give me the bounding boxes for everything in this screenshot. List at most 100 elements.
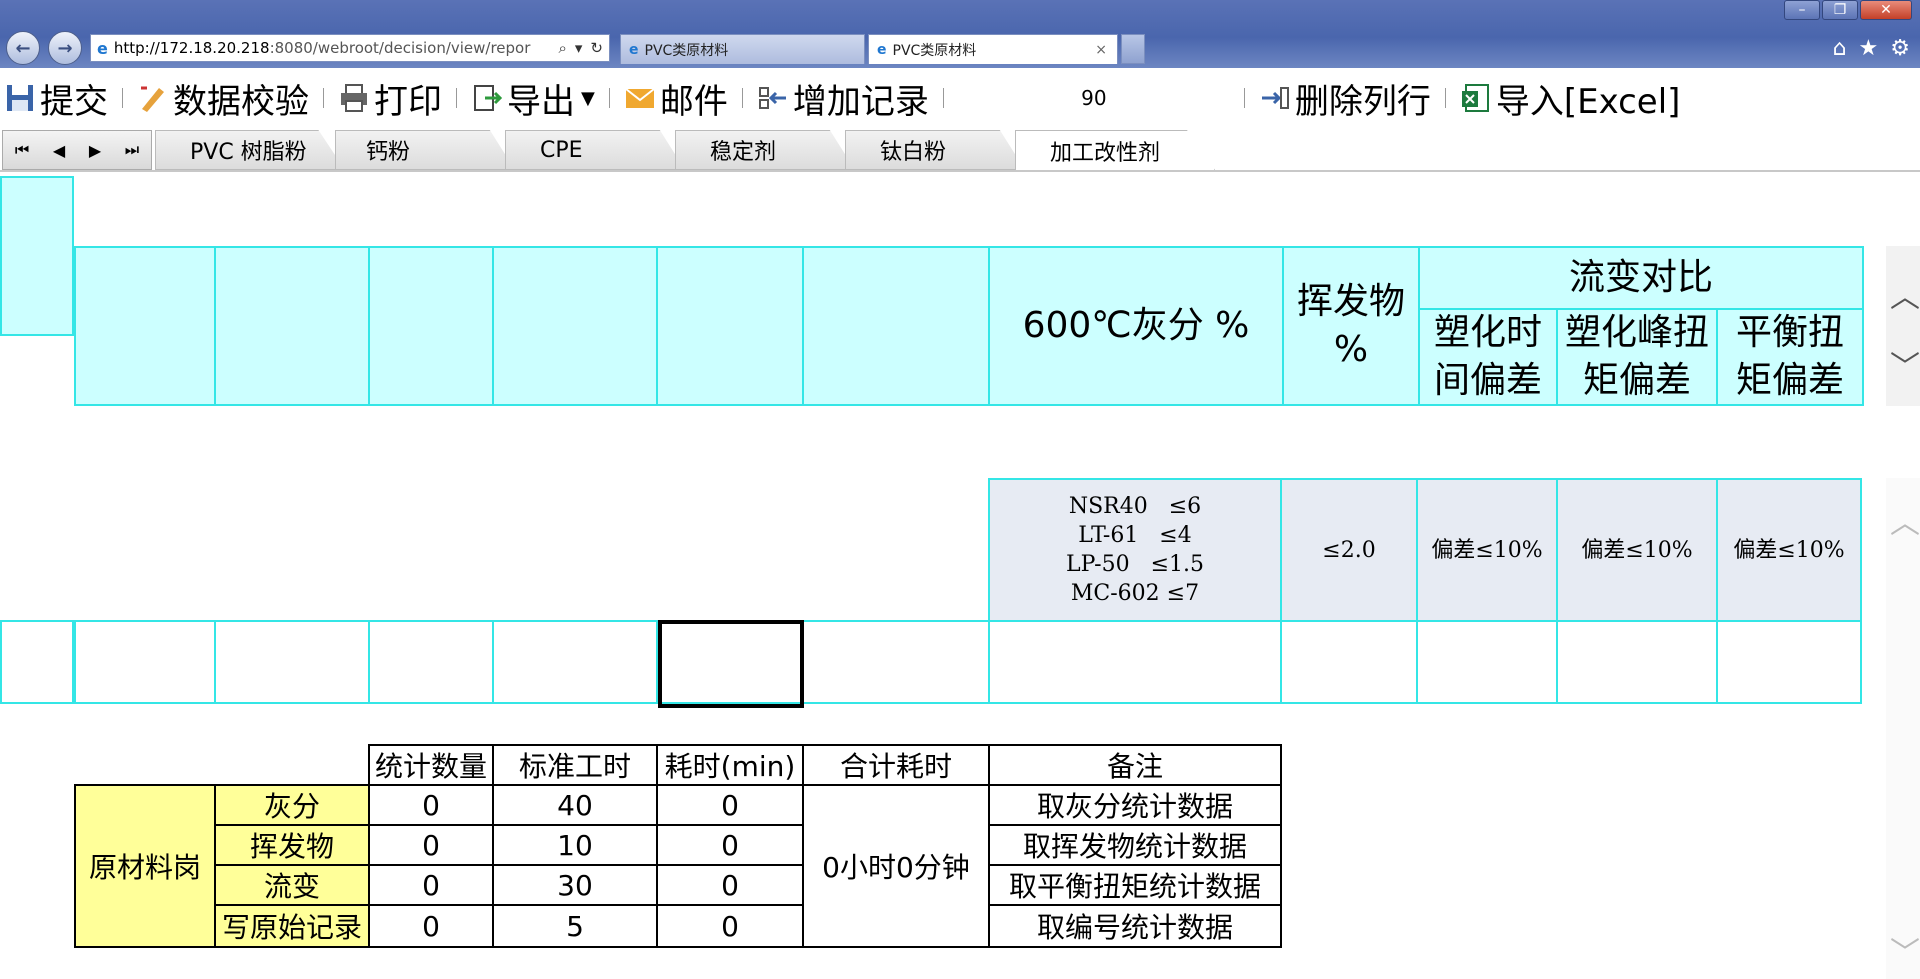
browser-chrome: – ❐ ✕ ← → e http://172.18.20.218:8080/we… <box>0 0 1920 68</box>
close-tab-icon[interactable]: × <box>1095 42 1107 58</box>
sheet-tab-label: 钛白粉 <box>880 140 947 165</box>
ie-page-icon: e <box>97 38 108 58</box>
sheet-tab-calcium[interactable]: 钙粉 <box>335 130 515 170</box>
peak-torque-criteria-text: 偏差≤10% <box>1581 537 1693 563</box>
print-button[interactable]: 打印 <box>334 74 446 123</box>
export-button[interactable]: 导出 ▼ <box>467 74 599 123</box>
scroll-up-icon[interactable]: ︿ <box>1890 272 1920 316</box>
main-scroll-track[interactable]: ︿ ﹀ <box>1886 478 1920 979</box>
refresh-icon[interactable]: ↻ <box>590 39 603 57</box>
summary-note: 取挥发物统计数据 <box>988 824 1282 866</box>
summary-time: 0 <box>656 824 804 866</box>
header-cell[interactable] <box>368 246 494 406</box>
mail-envelope-icon <box>625 88 655 108</box>
scroll-down-icon[interactable]: ﹀ <box>1890 928 1920 972</box>
window-controls: – ❐ ✕ <box>1782 0 1912 22</box>
delete-row-icon <box>1261 87 1289 109</box>
add-record-button[interactable]: 增加记录 <box>753 74 933 123</box>
header-cell[interactable] <box>802 246 990 406</box>
back-arrow-icon: ← <box>15 37 31 59</box>
settings-gear-icon[interactable]: ⚙ <box>1890 36 1910 61</box>
plast-time-header-line1: 塑化时 <box>1433 312 1542 353</box>
tab-title: PVC类原材料 <box>644 42 729 59</box>
sheet-tab-label: 加工改性剂 <box>1050 140 1161 166</box>
new-tab-button[interactable] <box>1121 34 1145 64</box>
save-disk-icon <box>7 85 33 111</box>
header-cell[interactable] <box>492 246 658 406</box>
address-url-host: http://172.18.20.218 <box>113 39 270 57</box>
summary-std: 40 <box>492 784 658 826</box>
entry-cell[interactable] <box>368 620 494 704</box>
browser-tab-2[interactable]: e PVC类原材料 × <box>868 34 1118 64</box>
last-sheet-icon[interactable]: ⏭ <box>125 140 139 160</box>
header-cell[interactable] <box>214 246 370 406</box>
volatile-header: 挥发物 % <box>1282 246 1420 406</box>
ie-page-icon: e <box>877 41 887 58</box>
summary-note: 取编号统计数据 <box>988 904 1282 948</box>
summary-time: 0 <box>656 784 804 826</box>
entry-cell-balance-torque[interactable] <box>1716 620 1862 704</box>
ash-criteria-line: NSR40 ≤6 <box>1068 494 1202 519</box>
plast-time-criteria: 偏差≤10% <box>1416 478 1558 622</box>
entry-cell-ash[interactable] <box>988 620 1282 704</box>
search-icon[interactable]: ⌕ <box>558 39 566 57</box>
entry-cell-plast-time[interactable] <box>1416 620 1558 704</box>
delete-row-label: 删除列行 <box>1294 81 1431 122</box>
selected-cell[interactable] <box>658 620 804 708</box>
back-button[interactable]: ← <box>6 31 40 65</box>
validate-button[interactable]: 数据校验 <box>133 74 313 123</box>
peak-torque-header: 塑化峰扭 矩偏差 <box>1556 308 1718 406</box>
sheet-tab-pvc[interactable]: PVC 树脂粉 <box>155 130 345 170</box>
delete-row-button[interactable]: 删除列行 <box>1255 74 1435 123</box>
sheet-tab-label: 稳定剂 <box>710 140 777 165</box>
first-sheet-icon[interactable]: ⏮ <box>15 140 29 160</box>
summary-note: 取灰分统计数据 <box>988 784 1282 826</box>
forward-button[interactable]: → <box>48 31 82 65</box>
sheet-tab-stabilizer[interactable]: 稳定剂 <box>675 130 855 170</box>
submit-button[interactable]: 提交 <box>0 74 112 123</box>
header-cell[interactable] <box>656 246 804 406</box>
entry-cell[interactable] <box>802 620 990 704</box>
summary-time: 0 <box>656 864 804 906</box>
entry-cell[interactable] <box>74 620 216 704</box>
scroll-up-icon[interactable]: ︿ <box>1890 498 1920 542</box>
export-dropdown-icon[interactable]: ▼ <box>581 88 595 109</box>
volatile-criteria-text: ≤2.0 <box>1322 537 1376 563</box>
sheet-tab-cpe[interactable]: CPE <box>505 130 685 170</box>
favorites-star-icon[interactable]: ★ <box>1859 36 1879 61</box>
scroll-down-icon[interactable]: ﹀ <box>1890 342 1920 386</box>
sheet-tab-modifier[interactable]: 加工改性剂 <box>1015 130 1215 170</box>
frozen-scroll-track[interactable]: ︿ ﹀ <box>1886 246 1920 406</box>
entry-cell-volatile[interactable] <box>1280 620 1418 704</box>
header-cell[interactable] <box>74 246 216 406</box>
plast-time-header: 塑化时 间偏差 <box>1418 308 1558 406</box>
summary-count: 0 <box>368 864 494 906</box>
mail-button[interactable]: 邮件 <box>620 74 732 123</box>
entry-row-header[interactable] <box>0 620 74 704</box>
next-sheet-icon[interactable]: ▶ <box>89 141 101 160</box>
sheet-tab-titanium[interactable]: 钛白粉 <box>845 130 1025 170</box>
browser-tab-1[interactable]: e PVC类原材料 <box>620 34 865 64</box>
dropdown-icon[interactable]: ▾ <box>575 39 583 57</box>
entry-cell-peak-torque[interactable] <box>1556 620 1718 704</box>
minimize-icon[interactable]: – <box>1784 0 1820 20</box>
summary-header-std: 标准工时 <box>492 744 658 786</box>
prev-sheet-icon[interactable]: ◀ <box>53 141 65 160</box>
ash-criteria-line: MC-602 ≤7 <box>1070 581 1200 606</box>
ash-header-text: 600℃灰分 % <box>1022 305 1250 346</box>
home-icon[interactable]: ⌂ <box>1833 36 1847 61</box>
summary-item: 流变 <box>214 864 370 906</box>
address-bar[interactable]: e http://172.18.20.218:8080/webroot/deci… <box>90 34 610 62</box>
close-window-icon[interactable]: ✕ <box>1860 0 1912 20</box>
import-excel-button[interactable]: 导入[Excel] <box>1456 74 1685 123</box>
balance-torque-criteria-text: 偏差≤10% <box>1733 537 1845 563</box>
ie-page-icon: e <box>629 41 639 58</box>
summary-count: 0 <box>368 824 494 866</box>
sheet-tab-label: CPE <box>540 137 583 163</box>
entry-cell[interactable] <box>214 620 370 704</box>
import-excel-label: 导入[Excel] <box>1495 81 1681 122</box>
restore-icon[interactable]: ❐ <box>1822 0 1858 20</box>
row-header-cell[interactable] <box>0 176 74 336</box>
address-url: http://172.18.20.218:8080/webroot/decisi… <box>114 39 553 57</box>
entry-cell[interactable] <box>492 620 658 704</box>
